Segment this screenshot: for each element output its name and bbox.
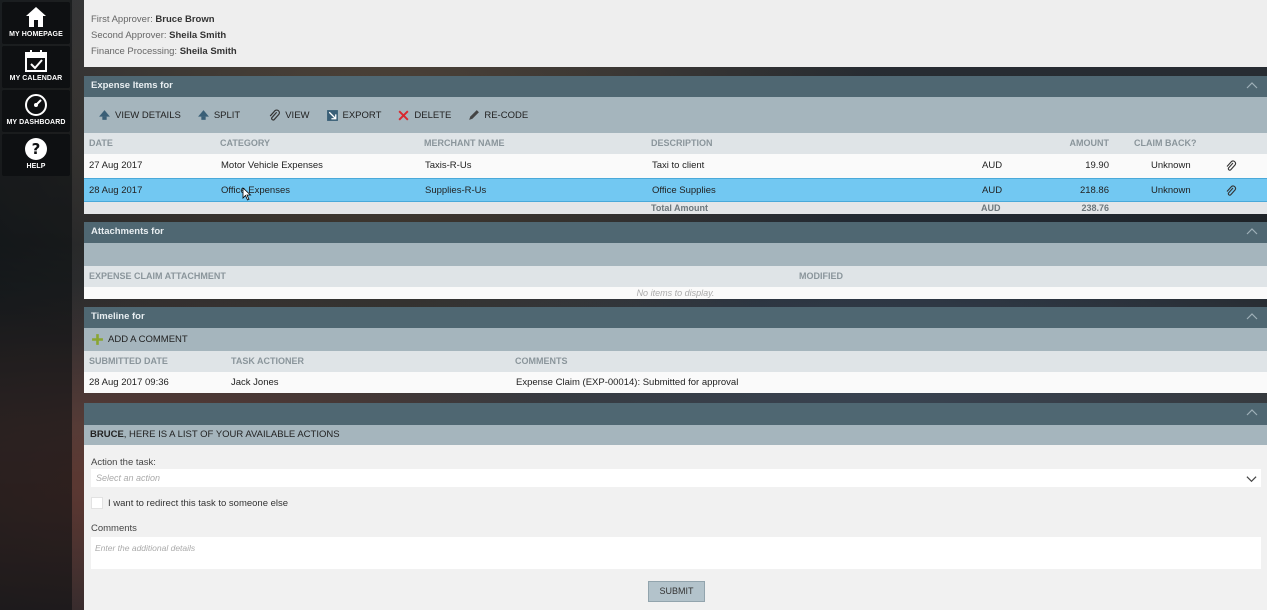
sidebar-item-label: HELP [26, 163, 46, 170]
action-select[interactable]: Select an action [91, 469, 1261, 487]
recode-button[interactable]: RE-CODE [467, 109, 528, 122]
total-row: Total Amount AUD 238.76 [84, 202, 1267, 214]
export-button[interactable]: EXPORT [326, 109, 381, 122]
sidebar-item-label: MY HOMEPAGE [9, 31, 63, 38]
redirect-task-checkbox[interactable] [91, 497, 103, 509]
table-row-selected[interactable]: 28 Aug 2017 Office Expenses Supplies-R-U… [84, 178, 1267, 202]
svg-text:?: ? [32, 140, 41, 158]
help-icon: ? [25, 138, 47, 160]
export-icon [326, 109, 338, 121]
sidebar-item-my-homepage[interactable]: MY HOMEPAGE [2, 2, 70, 44]
add-comment-button[interactable]: ADD A COMMENT [91, 333, 188, 346]
timeline-grid-header: SUBMITTED DATE TASK ACTIONER COMMENTS [84, 351, 1267, 372]
panel-title: Attachments for [91, 226, 164, 237]
actions-title: BRUCE, HERE IS A LIST OF YOUR AVAILABLE … [84, 425, 1267, 445]
expense-grid-header: DATE CATEGORY MERCHANT NAME DESCRIPTION … [84, 133, 1267, 154]
expense-items-header: Expense Items for [84, 76, 1267, 97]
view-details-button[interactable]: VIEW DETAILS [98, 109, 181, 122]
view-button[interactable]: VIEW [268, 109, 310, 122]
split-button[interactable]: SPLIT [197, 109, 240, 122]
attachments-header: Attachments for [84, 222, 1267, 243]
sidebar-item-label: MY DASHBOARD [6, 119, 66, 126]
redirect-task-row: I want to redirect this task to someone … [91, 497, 288, 509]
redirect-task-label: I want to redirect this task to someone … [108, 497, 289, 509]
delete-x-icon [398, 109, 409, 121]
column-comments[interactable]: COMMENTS [515, 351, 568, 372]
attachment-paperclip-icon[interactable] [1225, 185, 1237, 197]
actions-header [84, 403, 1267, 425]
panel-title: Expense Items for [91, 80, 173, 91]
chevron-up-icon[interactable] [1246, 226, 1258, 238]
table-row[interactable]: 27 Aug 2017 Motor Vehicle Expenses Taxis… [84, 154, 1267, 178]
chevron-down-icon [1246, 476, 1257, 483]
comments-label: Comments [91, 523, 137, 534]
first-approver: First Approver: Bruce Brown [91, 14, 215, 25]
column-claim-back[interactable]: CLAIM BACK? [1134, 133, 1197, 154]
column-date[interactable]: DATE [89, 133, 113, 154]
submit-button[interactable]: SUBMIT [648, 581, 705, 602]
action-task-label: Action the task: [91, 457, 156, 468]
finance-processing: Finance Processing: Sheila Smith [91, 46, 237, 57]
timeline-toolbar: ADD A COMMENT [84, 328, 1267, 351]
column-description[interactable]: DESCRIPTION [651, 133, 713, 154]
sidebar-item-my-dashboard[interactable]: MY DASHBOARD [2, 90, 70, 132]
actions-form: Action the task: Select an action I want… [84, 445, 1267, 610]
comments-textarea[interactable]: Enter the additional details [91, 537, 1261, 569]
expense-toolbar: VIEW DETAILS SPLIT VIEW EXPORT DELETE RE… [84, 97, 1267, 133]
view-details-icon [99, 109, 110, 120]
sidebar-item-label: MY CALENDAR [9, 75, 63, 82]
pencil-icon [469, 109, 480, 120]
calendar-icon [25, 50, 47, 72]
dashboard-gauge-icon [25, 94, 47, 116]
chevron-up-icon[interactable] [1246, 80, 1258, 92]
attachment-paperclip-icon[interactable] [1225, 160, 1237, 172]
column-modified[interactable]: MODIFIED [799, 266, 843, 287]
sidebar: MY HOMEPAGE MY CALENDAR MY DASHBOARD ? H… [0, 0, 72, 610]
column-merchant[interactable]: MERCHANT NAME [424, 133, 505, 154]
sidebar-item-my-calendar[interactable]: MY CALENDAR [2, 46, 70, 88]
plus-icon [92, 334, 103, 345]
split-icon [197, 109, 209, 120]
column-attachment[interactable]: EXPENSE CLAIM ATTACHMENT [89, 266, 226, 287]
home-icon [26, 7, 46, 27]
attachments-toolbar [84, 243, 1267, 266]
second-approver: Second Approver: Sheila Smith [91, 30, 227, 41]
column-task-actioner[interactable]: TASK ACTIONER [231, 351, 304, 372]
delete-button[interactable]: DELETE [397, 109, 451, 122]
column-category[interactable]: CATEGORY [220, 133, 270, 154]
sidebar-item-help[interactable]: ? HELP [2, 134, 70, 176]
paperclip-icon [269, 109, 281, 121]
column-amount[interactable]: AMOUNT [1070, 133, 1110, 154]
attachments-empty-message: No items to display. [84, 287, 1267, 299]
chevron-up-icon[interactable] [1246, 407, 1258, 419]
mouse-cursor-icon [242, 187, 252, 201]
chevron-up-icon[interactable] [1246, 311, 1258, 323]
table-row[interactable]: 28 Aug 2017 09:36 Jack Jones Expense Cla… [84, 372, 1267, 393]
column-submitted-date[interactable]: SUBMITTED DATE [89, 351, 168, 372]
timeline-header: Timeline for [84, 307, 1267, 328]
approvers-panel: First Approver: Bruce Brown Second Appro… [84, 0, 1267, 67]
panel-title: Timeline for [91, 311, 145, 322]
attachments-grid-header: EXPENSE CLAIM ATTACHMENT MODIFIED [84, 266, 1267, 287]
